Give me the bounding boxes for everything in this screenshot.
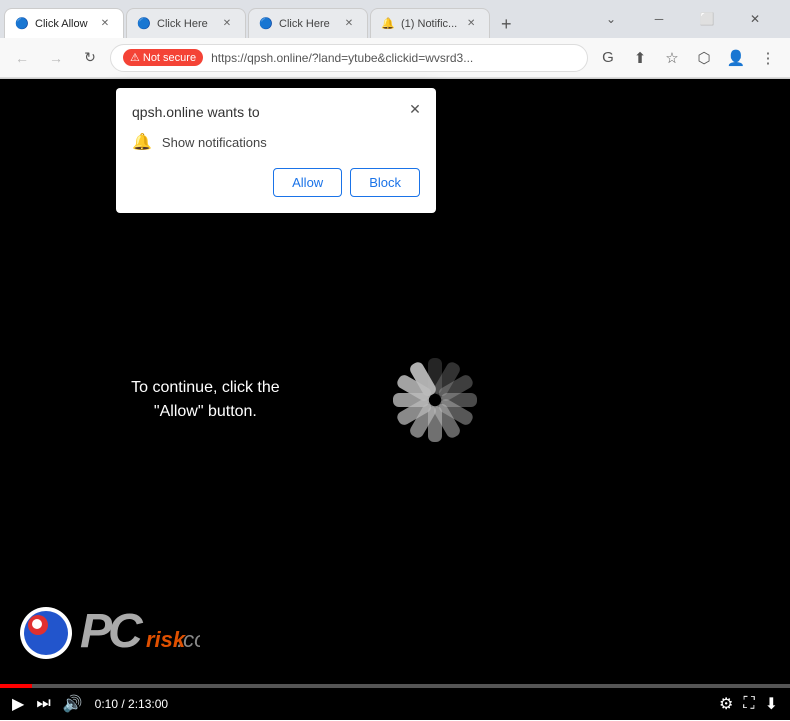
not-secure-label: Not secure xyxy=(143,52,196,64)
overlay-line1: To continue, click the"Allow" button. xyxy=(131,379,280,420)
popup-close-button[interactable]: ✕ xyxy=(404,98,426,120)
notification-popup: ✕ qpsh.online wants to 🔔 Show notificati… xyxy=(116,88,436,213)
pcrisk-logo-dot2 xyxy=(32,619,42,629)
tabs-container: 🔵 Click Allow ✕ 🔵 Click Here ✕ 🔵 Click H… xyxy=(4,0,580,38)
address-input[interactable]: ⚠ Not secure https://qpsh.online/?land=y… xyxy=(110,44,588,72)
pcrisk-svg-logo: PC risk .com xyxy=(80,605,200,660)
svg-text:.com: .com xyxy=(177,627,200,652)
tab-3-favicon: 🔵 xyxy=(259,17,273,31)
tab-4[interactable]: 🔔 (1) Notific... ✕ xyxy=(370,8,490,38)
tab-4-title: (1) Notific... xyxy=(401,18,457,30)
spinner-wheel xyxy=(375,340,495,460)
address-right-icons: G ⬆ ☆ ⬡ 👤 ⋮ xyxy=(594,44,782,72)
popup-title: qpsh.online wants to xyxy=(132,104,420,120)
time-total: 2:13:00 xyxy=(128,697,168,711)
tab-1-close[interactable]: ✕ xyxy=(97,16,113,32)
time-display: 0:10 / 2:13:00 xyxy=(95,697,168,711)
play-button[interactable]: ▶ xyxy=(12,694,24,714)
title-bar: 🔵 Click Allow ✕ 🔵 Click Here ✕ 🔵 Click H… xyxy=(0,0,790,38)
browser-window: 🔵 Click Allow ✕ 🔵 Click Here ✕ 🔵 Click H… xyxy=(0,0,790,79)
volume-button[interactable]: 🔊 xyxy=(63,694,83,714)
minimize-button[interactable]: ─ xyxy=(636,4,682,34)
download-button[interactable]: ⬇ xyxy=(765,694,778,714)
fullscreen-button[interactable]: ⛶ xyxy=(743,695,754,713)
overlay-text: To continue, click the"Allow" button. xyxy=(131,376,280,424)
settings-button[interactable]: ⚙ xyxy=(719,694,733,714)
tab-1[interactable]: 🔵 Click Allow ✕ xyxy=(4,8,124,38)
tab-3-title: Click Here xyxy=(279,18,335,30)
progress-fill xyxy=(0,684,32,688)
pcrisk-text: PC risk .com xyxy=(80,605,200,660)
right-controls: ⚙ ⛶ ⬇ xyxy=(719,694,778,714)
svg-text:PC: PC xyxy=(80,605,144,658)
reload-button[interactable]: ↻ xyxy=(76,44,104,72)
profile-icon[interactable]: 👤 xyxy=(722,44,750,72)
pcrisk-watermark: PC risk .com xyxy=(20,605,200,660)
tab-3[interactable]: 🔵 Click Here ✕ xyxy=(248,8,368,38)
controls-row: ▶ ⏭ 🔊 0:10 / 2:13:00 ⚙ ⛶ ⬇ xyxy=(0,688,790,720)
tab-1-favicon: 🔵 xyxy=(15,17,29,31)
pcrisk-logo xyxy=(20,607,72,659)
forward-button[interactable]: → xyxy=(42,44,70,72)
bookmark-icon[interactable]: ☆ xyxy=(658,44,686,72)
loading-spinner xyxy=(375,340,495,460)
tab-1-title: Click Allow xyxy=(35,18,91,30)
close-button[interactable]: ✕ xyxy=(732,4,778,34)
url-display: https://qpsh.online/?land=ytube&clickid=… xyxy=(211,51,473,65)
back-button[interactable]: ← xyxy=(8,44,36,72)
notification-row: 🔔 Show notifications xyxy=(132,132,420,152)
tab-4-favicon: 🔔 xyxy=(381,17,395,31)
next-button[interactable]: ⏭ xyxy=(36,695,50,713)
time-current: 0:10 xyxy=(95,697,118,711)
tab-2-favicon: 🔵 xyxy=(137,17,151,31)
google-icon[interactable]: G xyxy=(594,44,622,72)
tab-2-close[interactable]: ✕ xyxy=(219,16,235,32)
popup-buttons: Allow Block xyxy=(132,168,420,197)
video-controls: ▶ ⏭ 🔊 0:10 / 2:13:00 ⚙ ⛶ ⬇ xyxy=(0,665,790,720)
time-separator: / xyxy=(121,697,128,711)
window-controls: ⌄ ─ ⬜ ✕ xyxy=(580,4,786,34)
not-secure-badge: ⚠ Not secure xyxy=(123,49,203,66)
new-tab-button[interactable]: + xyxy=(492,10,520,38)
address-bar: ← → ↻ ⚠ Not secure https://qpsh.online/?… xyxy=(0,38,790,78)
warning-icon: ⚠ xyxy=(130,51,140,64)
tab-4-close[interactable]: ✕ xyxy=(463,16,479,32)
restore-button[interactable]: ⬜ xyxy=(684,4,730,34)
share-icon[interactable]: ⬆ xyxy=(626,44,654,72)
bell-icon: 🔔 xyxy=(132,132,152,152)
tab-2-title: Click Here xyxy=(157,18,213,30)
extensions-icon[interactable]: ⬡ xyxy=(690,44,718,72)
tab-list-button[interactable]: ⌄ xyxy=(588,4,634,34)
tab-3-close[interactable]: ✕ xyxy=(341,16,357,32)
allow-button[interactable]: Allow xyxy=(273,168,342,197)
pcrisk-logo-inner xyxy=(24,611,68,655)
tab-2[interactable]: 🔵 Click Here ✕ xyxy=(126,8,246,38)
menu-icon[interactable]: ⋮ xyxy=(754,44,782,72)
notification-label: Show notifications xyxy=(162,135,267,150)
progress-bar[interactable] xyxy=(0,684,790,688)
block-button[interactable]: Block xyxy=(350,168,420,197)
